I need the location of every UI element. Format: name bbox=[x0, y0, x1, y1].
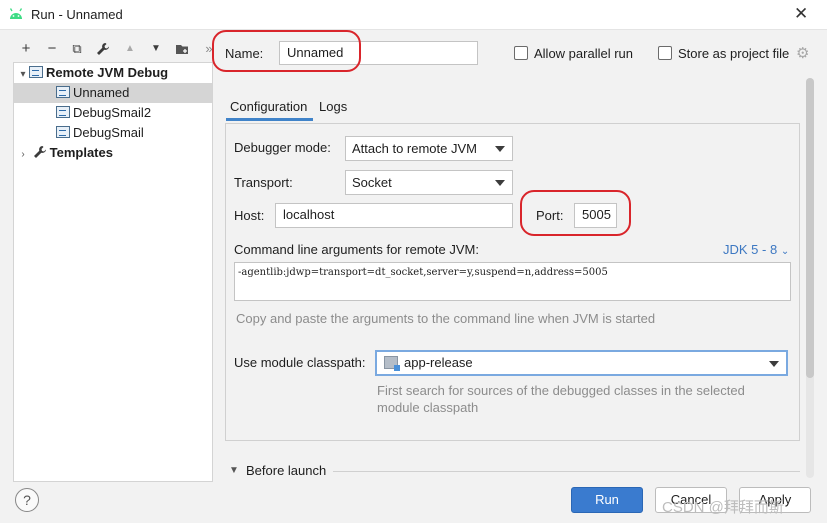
transport-label: Transport: bbox=[234, 175, 293, 190]
chevron-down-icon[interactable]: ▼ bbox=[229, 465, 239, 476]
chevron-down-icon bbox=[769, 361, 779, 367]
host-label: Host: bbox=[234, 208, 265, 223]
module-hint-line-2: module classpath bbox=[377, 400, 479, 415]
cmd-args-label: Command line arguments for remote JVM: bbox=[234, 242, 479, 257]
scrollbar-thumb[interactable] bbox=[806, 78, 814, 378]
remote-debug-icon bbox=[29, 66, 43, 78]
chevron-down-icon[interactable]: ▾ bbox=[17, 65, 29, 85]
chevron-down-icon bbox=[495, 180, 505, 186]
tree-group-remote-jvm-debug[interactable]: ▾ Remote JVM Debug bbox=[14, 63, 212, 83]
tree-group-label: Templates bbox=[49, 145, 113, 160]
chevron-down-icon bbox=[495, 146, 505, 152]
tree-group-templates[interactable]: › Templates bbox=[14, 143, 212, 163]
title-bar: Run - Unnamed ✕ bbox=[0, 0, 827, 30]
active-tab-indicator bbox=[226, 118, 313, 121]
debugger-mode-value: Attach to remote JVM bbox=[352, 141, 477, 156]
add-configuration-icon[interactable]: + bbox=[16, 39, 36, 59]
remote-debug-icon bbox=[56, 106, 70, 118]
host-input[interactable]: localhost bbox=[275, 203, 513, 228]
run-button[interactable]: Run bbox=[571, 487, 643, 513]
tree-item-debugsmail2[interactable]: DebugSmail2 bbox=[14, 103, 212, 123]
tree-group-label: Remote JVM Debug bbox=[46, 65, 169, 80]
move-up-icon[interactable]: ▲ bbox=[120, 39, 140, 59]
module-classpath-select[interactable]: app-release bbox=[375, 350, 788, 376]
before-launch-label[interactable]: Before launch bbox=[246, 463, 326, 478]
tree-item-label: DebugSmail bbox=[73, 125, 144, 140]
module-hint-line-1: First search for sources of the debugged… bbox=[377, 383, 745, 398]
close-icon[interactable]: ✕ bbox=[794, 4, 812, 24]
new-folder-icon[interactable] bbox=[172, 39, 192, 59]
module-classpath-value: app-release bbox=[404, 355, 473, 370]
store-as-file-label: Store as project file bbox=[678, 46, 790, 61]
jdk-version-text: JDK 5 - 8 bbox=[723, 242, 778, 257]
remove-configuration-icon[interactable]: − bbox=[42, 39, 62, 59]
configuration-tree: ▾ Remote JVM Debug Unnamed DebugSmail2 De… bbox=[13, 62, 213, 482]
tab-configuration[interactable]: Configuration bbox=[230, 99, 307, 114]
transport-value: Socket bbox=[352, 175, 392, 190]
store-as-file-checkbox[interactable] bbox=[658, 46, 672, 60]
allow-parallel-label: Allow parallel run bbox=[534, 46, 633, 61]
annotation-oval bbox=[520, 190, 631, 236]
tree-item-label: Unnamed bbox=[73, 85, 130, 100]
cmd-args-textarea[interactable]: -agentlib:jdwp=transport=dt_socket,serve… bbox=[234, 262, 791, 301]
copy-configuration-icon[interactable]: ⧉ bbox=[67, 39, 87, 59]
chevron-right-icon[interactable]: › bbox=[17, 145, 29, 165]
wrench-icon bbox=[33, 146, 46, 158]
watermark: CSDN @拜拜而斯 bbox=[662, 499, 784, 516]
chevron-down-icon: ⌄ bbox=[780, 246, 790, 257]
remote-debug-icon bbox=[56, 86, 70, 98]
allow-parallel-checkbox[interactable] bbox=[514, 46, 528, 60]
remote-debug-icon bbox=[56, 126, 70, 138]
move-down-icon[interactable]: ▼ bbox=[146, 39, 166, 59]
divider bbox=[333, 471, 800, 472]
annotation-oval bbox=[212, 30, 361, 72]
debugger-mode-select[interactable]: Attach to remote JVM bbox=[345, 136, 513, 161]
module-icon bbox=[384, 356, 400, 371]
help-button[interactable]: ? bbox=[15, 488, 39, 512]
transport-select[interactable]: Socket bbox=[345, 170, 513, 195]
tree-item-unnamed[interactable]: Unnamed bbox=[14, 83, 212, 103]
wrench-icon[interactable] bbox=[93, 39, 113, 59]
android-icon bbox=[9, 8, 23, 19]
tree-item-label: DebugSmail2 bbox=[73, 105, 152, 120]
tab-logs[interactable]: Logs bbox=[319, 99, 347, 114]
gear-icon[interactable]: ⚙ bbox=[796, 44, 809, 62]
debugger-mode-label: Debugger mode: bbox=[234, 140, 331, 155]
module-classpath-label: Use module classpath: bbox=[234, 355, 366, 370]
tree-item-debugsmail[interactable]: DebugSmail bbox=[14, 123, 212, 143]
jdk-version-link[interactable]: JDK 5 - 8 ⌄ bbox=[723, 242, 789, 257]
window-title: Run - Unnamed bbox=[31, 7, 123, 22]
cmd-args-hint: Copy and paste the arguments to the comm… bbox=[236, 311, 656, 326]
